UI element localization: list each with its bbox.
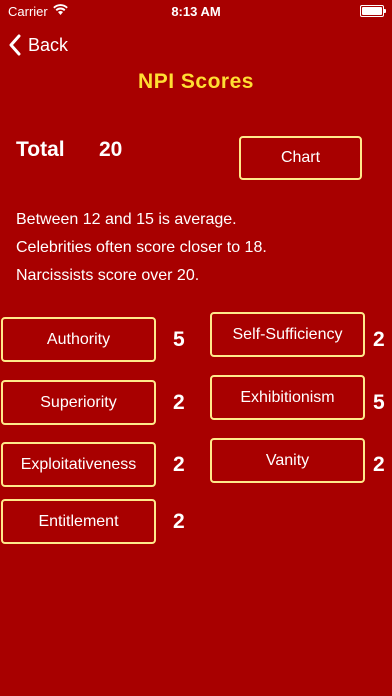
info-line: Narcissists score over 20. bbox=[16, 267, 200, 284]
authority-score: 5 bbox=[173, 328, 185, 351]
chevron-left-icon bbox=[9, 34, 21, 56]
vanity-button[interactable]: Vanity bbox=[210, 438, 365, 483]
back-button[interactable]: Back bbox=[8, 32, 68, 58]
superiority-score: 2 bbox=[173, 391, 185, 414]
back-label: Back bbox=[28, 34, 69, 55]
score-info: Between 12 and 15 is average. Celebritie… bbox=[16, 206, 267, 290]
chart-button[interactable]: Chart bbox=[239, 136, 362, 180]
status-bar: Carrier 8:13 AM bbox=[0, 0, 392, 22]
exploitativeness-button[interactable]: Exploitativeness bbox=[1, 442, 156, 487]
exhibitionism-score: 5 bbox=[373, 391, 385, 414]
entitlement-button[interactable]: Entitlement bbox=[1, 499, 156, 544]
self-sufficiency-button[interactable]: Self-Sufficiency bbox=[210, 312, 365, 357]
info-line: Celebrities often score closer to 18. bbox=[16, 239, 267, 256]
total-label: Total bbox=[16, 138, 65, 161]
entitlement-score: 2 bbox=[173, 510, 185, 533]
battery-icon bbox=[360, 5, 386, 17]
page-title: NPI Scores bbox=[138, 70, 254, 93]
self-sufficiency-score: 2 bbox=[373, 328, 385, 351]
authority-button[interactable]: Authority bbox=[1, 317, 156, 362]
status-time: 8:13 AM bbox=[171, 4, 221, 19]
info-line: Between 12 and 15 is average. bbox=[16, 211, 237, 228]
superiority-button[interactable]: Superiority bbox=[1, 380, 156, 425]
exploitativeness-score: 2 bbox=[173, 453, 185, 476]
total-value: 20 bbox=[99, 138, 123, 161]
vanity-score: 2 bbox=[373, 453, 385, 476]
exhibitionism-button[interactable]: Exhibitionism bbox=[210, 375, 365, 420]
